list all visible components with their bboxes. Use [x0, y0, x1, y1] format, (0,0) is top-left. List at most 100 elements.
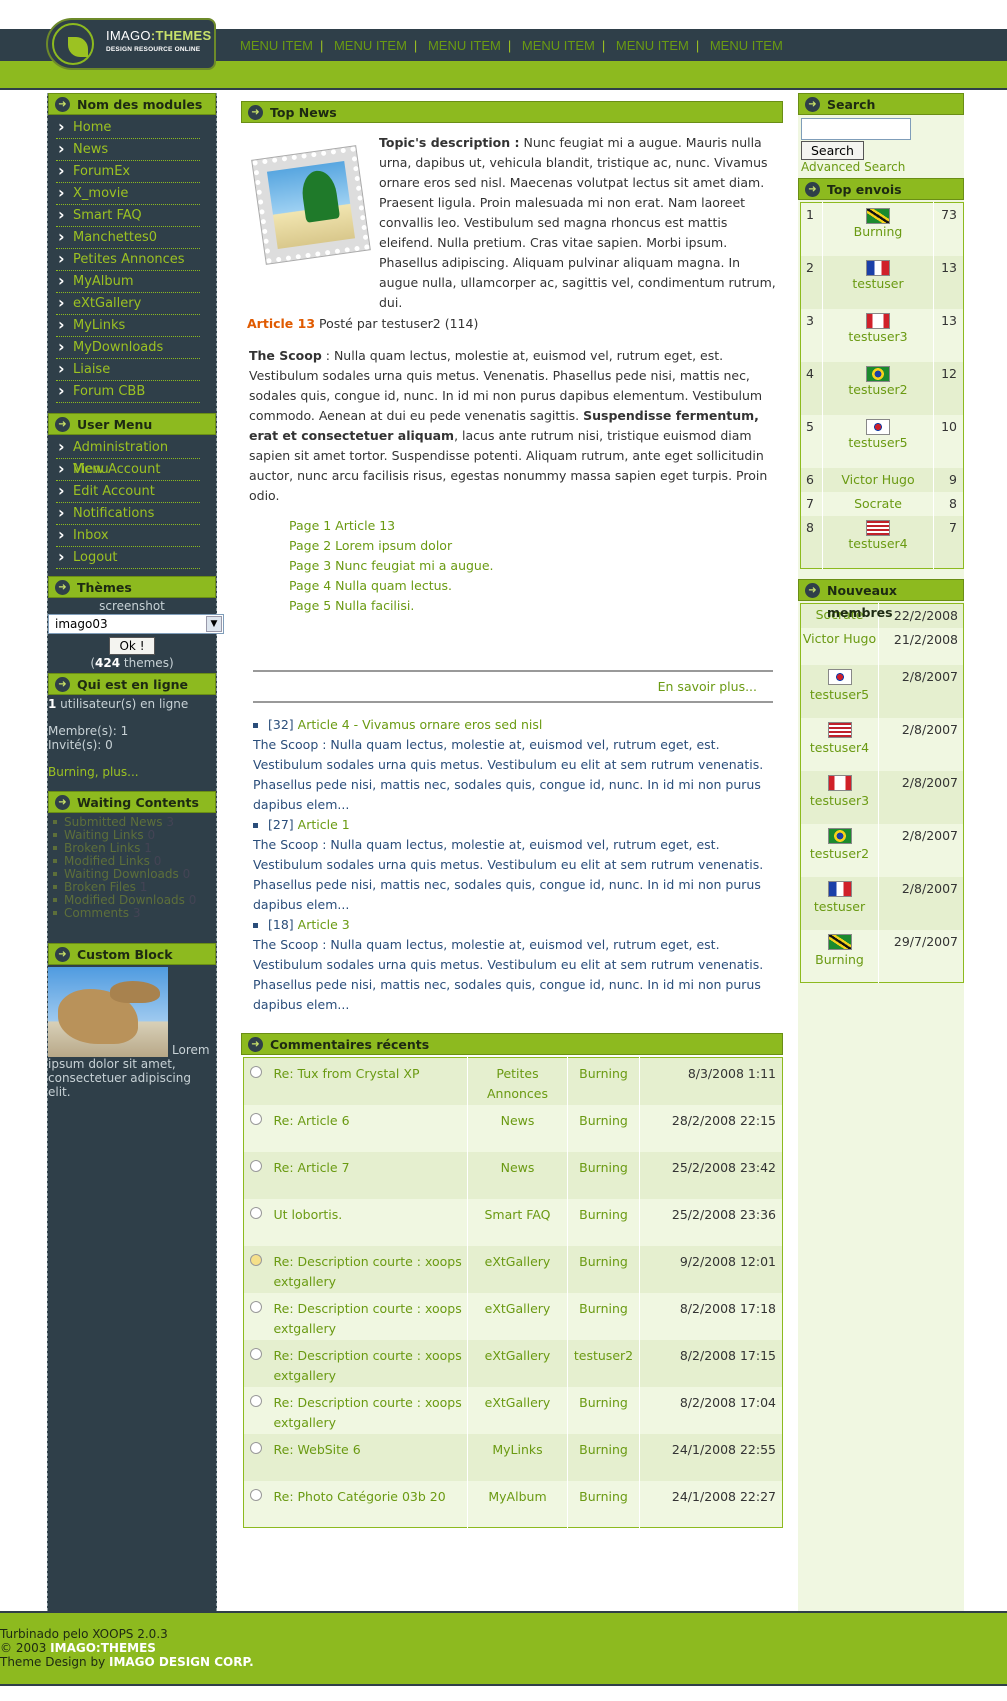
sidebar-module-item[interactable]: MyDownloads [56, 336, 200, 359]
comment-user-link[interactable]: Burning [579, 1066, 628, 1081]
top-nav-item[interactable]: MENU ITEM [240, 38, 313, 53]
comment-user-link[interactable]: Burning [579, 1113, 628, 1128]
comment-module-link[interactable]: MyLinks [492, 1442, 542, 1457]
poster-link[interactable]: testuser2 [848, 382, 907, 397]
comment-module-link[interactable]: News [501, 1113, 535, 1128]
sidebar-module-item[interactable]: Home [56, 116, 200, 139]
comment-user-link[interactable]: Burning [579, 1395, 628, 1410]
comment-title-link[interactable]: Re: Tux from Crystal XP [274, 1066, 420, 1081]
comment-module-cell: Petites Annonces [467, 1057, 568, 1105]
news-title-link[interactable]: Article 1 [298, 817, 350, 832]
waiting-label: Waiting Links [64, 828, 144, 842]
user-menu-item[interactable]: Inbox [56, 524, 200, 547]
comment-user-link[interactable]: Burning [579, 1160, 628, 1175]
comment-title-link[interactable]: Re: WebSite 6 [274, 1442, 361, 1457]
sidebar-module-item[interactable]: ForumEx [56, 160, 200, 183]
comment-date: 8/2/2008 17:15 [679, 1347, 776, 1363]
theme-select[interactable]: imago03 ▼ [48, 614, 224, 634]
member-link[interactable]: testuser5 [810, 687, 869, 702]
comment-module-link[interactable]: Smart FAQ [485, 1207, 551, 1222]
waiting-count: 0 [188, 893, 197, 907]
sidebar-module-item[interactable]: News [56, 138, 200, 161]
comment-module-link[interactable]: eXtGallery [485, 1254, 551, 1269]
comment-title-link[interactable]: Re: Description courte : xoops extgaller… [274, 1395, 462, 1430]
article-link[interactable]: Article 13 [247, 316, 315, 331]
comment-title-link[interactable]: Re: Article 7 [274, 1160, 350, 1175]
comment-title-link[interactable]: Re: Description courte : xoops extgaller… [274, 1254, 462, 1289]
sidebar-module-item[interactable]: Liaise [56, 358, 200, 381]
news-title-link[interactable]: Article 4 - Vivamus ornare eros sed nisl [298, 717, 543, 732]
top-nav-item[interactable]: MENU ITEM [710, 38, 783, 53]
comment-user-link[interactable]: Burning [579, 1301, 628, 1316]
sidebar-module-item[interactable]: Petites Annonces [56, 248, 200, 271]
member-link[interactable]: Victor Hugo [803, 631, 876, 646]
search-input[interactable] [801, 118, 911, 140]
comment-user-link[interactable]: Burning [579, 1254, 628, 1269]
sidebar-module-item[interactable]: MyAlbum [56, 270, 200, 293]
top-nav-item[interactable]: MENU ITEM [334, 38, 407, 53]
sidebar-module-item[interactable]: MyLinks [56, 314, 200, 337]
online-more-link[interactable]: Burning, plus... [48, 765, 216, 779]
top-nav-item[interactable]: MENU ITEM [616, 38, 689, 53]
news-title-link[interactable]: Article 3 [298, 917, 350, 932]
waiting-item[interactable]: Comments 3 [52, 907, 216, 920]
member-link[interactable]: testuser3 [810, 793, 869, 808]
sidebar-module-item[interactable]: X_movie [56, 182, 200, 205]
member-date: 2/8/2007 [901, 880, 958, 896]
member-link[interactable]: testuser2 [810, 846, 869, 861]
member-link[interactable]: Burning [815, 952, 864, 967]
advanced-search-link[interactable]: Advanced Search [801, 160, 905, 174]
page-link[interactable]: Page 3 Nunc feugiat mi a augue. [289, 556, 777, 576]
comment-title-link[interactable]: Re: Article 6 [274, 1113, 350, 1128]
poster-link[interactable]: testuser5 [848, 435, 907, 450]
search-button[interactable]: Search [801, 141, 864, 160]
comment-user-link[interactable]: Burning [579, 1207, 628, 1222]
sidebar-module-item[interactable]: Manchettes0 [56, 226, 200, 249]
comment-icon-cell [244, 1340, 268, 1387]
page-link[interactable]: Page 1 Article 13 [289, 516, 777, 536]
comment-module-link[interactable]: Petites Annonces [487, 1066, 548, 1101]
page-link[interactable]: Page 5 Nulla facilisi. [289, 596, 777, 616]
theme-ok-button[interactable]: Ok ! [109, 637, 155, 655]
sidebar-module-item[interactable]: eXtGallery [56, 292, 200, 315]
page-link[interactable]: Page 4 Nulla quam lectus. [289, 576, 777, 596]
comment-title-link[interactable]: Ut lobortis. [274, 1207, 343, 1222]
member-link[interactable]: testuser [814, 899, 865, 914]
user-menu-item[interactable]: Edit Account [56, 480, 200, 503]
member-cell: testuser3 [800, 770, 879, 824]
bullet-icon [53, 846, 57, 850]
read-more-link[interactable]: En savoir plus... [658, 679, 757, 694]
poster-link[interactable]: Burning [854, 224, 903, 239]
poster-link[interactable]: testuser [852, 276, 903, 291]
top-nav-item[interactable]: MENU ITEM [522, 38, 595, 53]
comment-module-link[interactable]: News [501, 1160, 535, 1175]
comment-module-link[interactable]: MyAlbum [488, 1489, 546, 1504]
comment-user-link[interactable]: testuser2 [574, 1348, 633, 1363]
poster-link[interactable]: testuser4 [848, 536, 907, 551]
top-nav-item[interactable]: MENU ITEM [428, 38, 501, 53]
poster-link[interactable]: testuser3 [848, 329, 907, 344]
arrow-right-icon: ➜ [55, 97, 70, 112]
sidebar-module-item[interactable]: Smart FAQ [56, 204, 200, 227]
poster-link[interactable]: Victor Hugo [841, 472, 914, 487]
chevron-down-icon[interactable]: ▼ [206, 616, 222, 632]
sidebar-module-item[interactable]: Forum CBB [56, 380, 200, 403]
comment-title-link[interactable]: Re: Description courte : xoops extgaller… [274, 1348, 462, 1383]
member-link[interactable]: testuser4 [810, 740, 869, 755]
comment-module-link[interactable]: eXtGallery [485, 1348, 551, 1363]
comment-title-link[interactable]: Re: Description courte : xoops extgaller… [274, 1301, 462, 1336]
user-menu-item[interactable]: Administration Menu [56, 436, 200, 477]
user-menu-item[interactable]: View Account [56, 458, 200, 481]
poster-link[interactable]: Socrate [854, 496, 902, 511]
waiting-count: 1 [144, 841, 152, 855]
recent-comments-block: ➜ Commentaires récents Re: Tux from Cryst… [241, 1033, 783, 1528]
site-logo[interactable]: IMAGO:THEMES DESIGN RESOURCE ONLINE [46, 18, 216, 70]
comment-module-link[interactable]: eXtGallery [485, 1395, 551, 1410]
user-menu-item[interactable]: Notifications [56, 502, 200, 525]
comment-module-link[interactable]: eXtGallery [485, 1301, 551, 1316]
comment-user-link[interactable]: Burning [579, 1442, 628, 1457]
user-menu-item[interactable]: Logout [56, 546, 200, 569]
page-link[interactable]: Page 2 Lorem ipsum dolor [289, 536, 777, 556]
comment-title-link[interactable]: Re: Photo Catégorie 03b 20 [274, 1489, 446, 1504]
comment-user-link[interactable]: Burning [579, 1489, 628, 1504]
